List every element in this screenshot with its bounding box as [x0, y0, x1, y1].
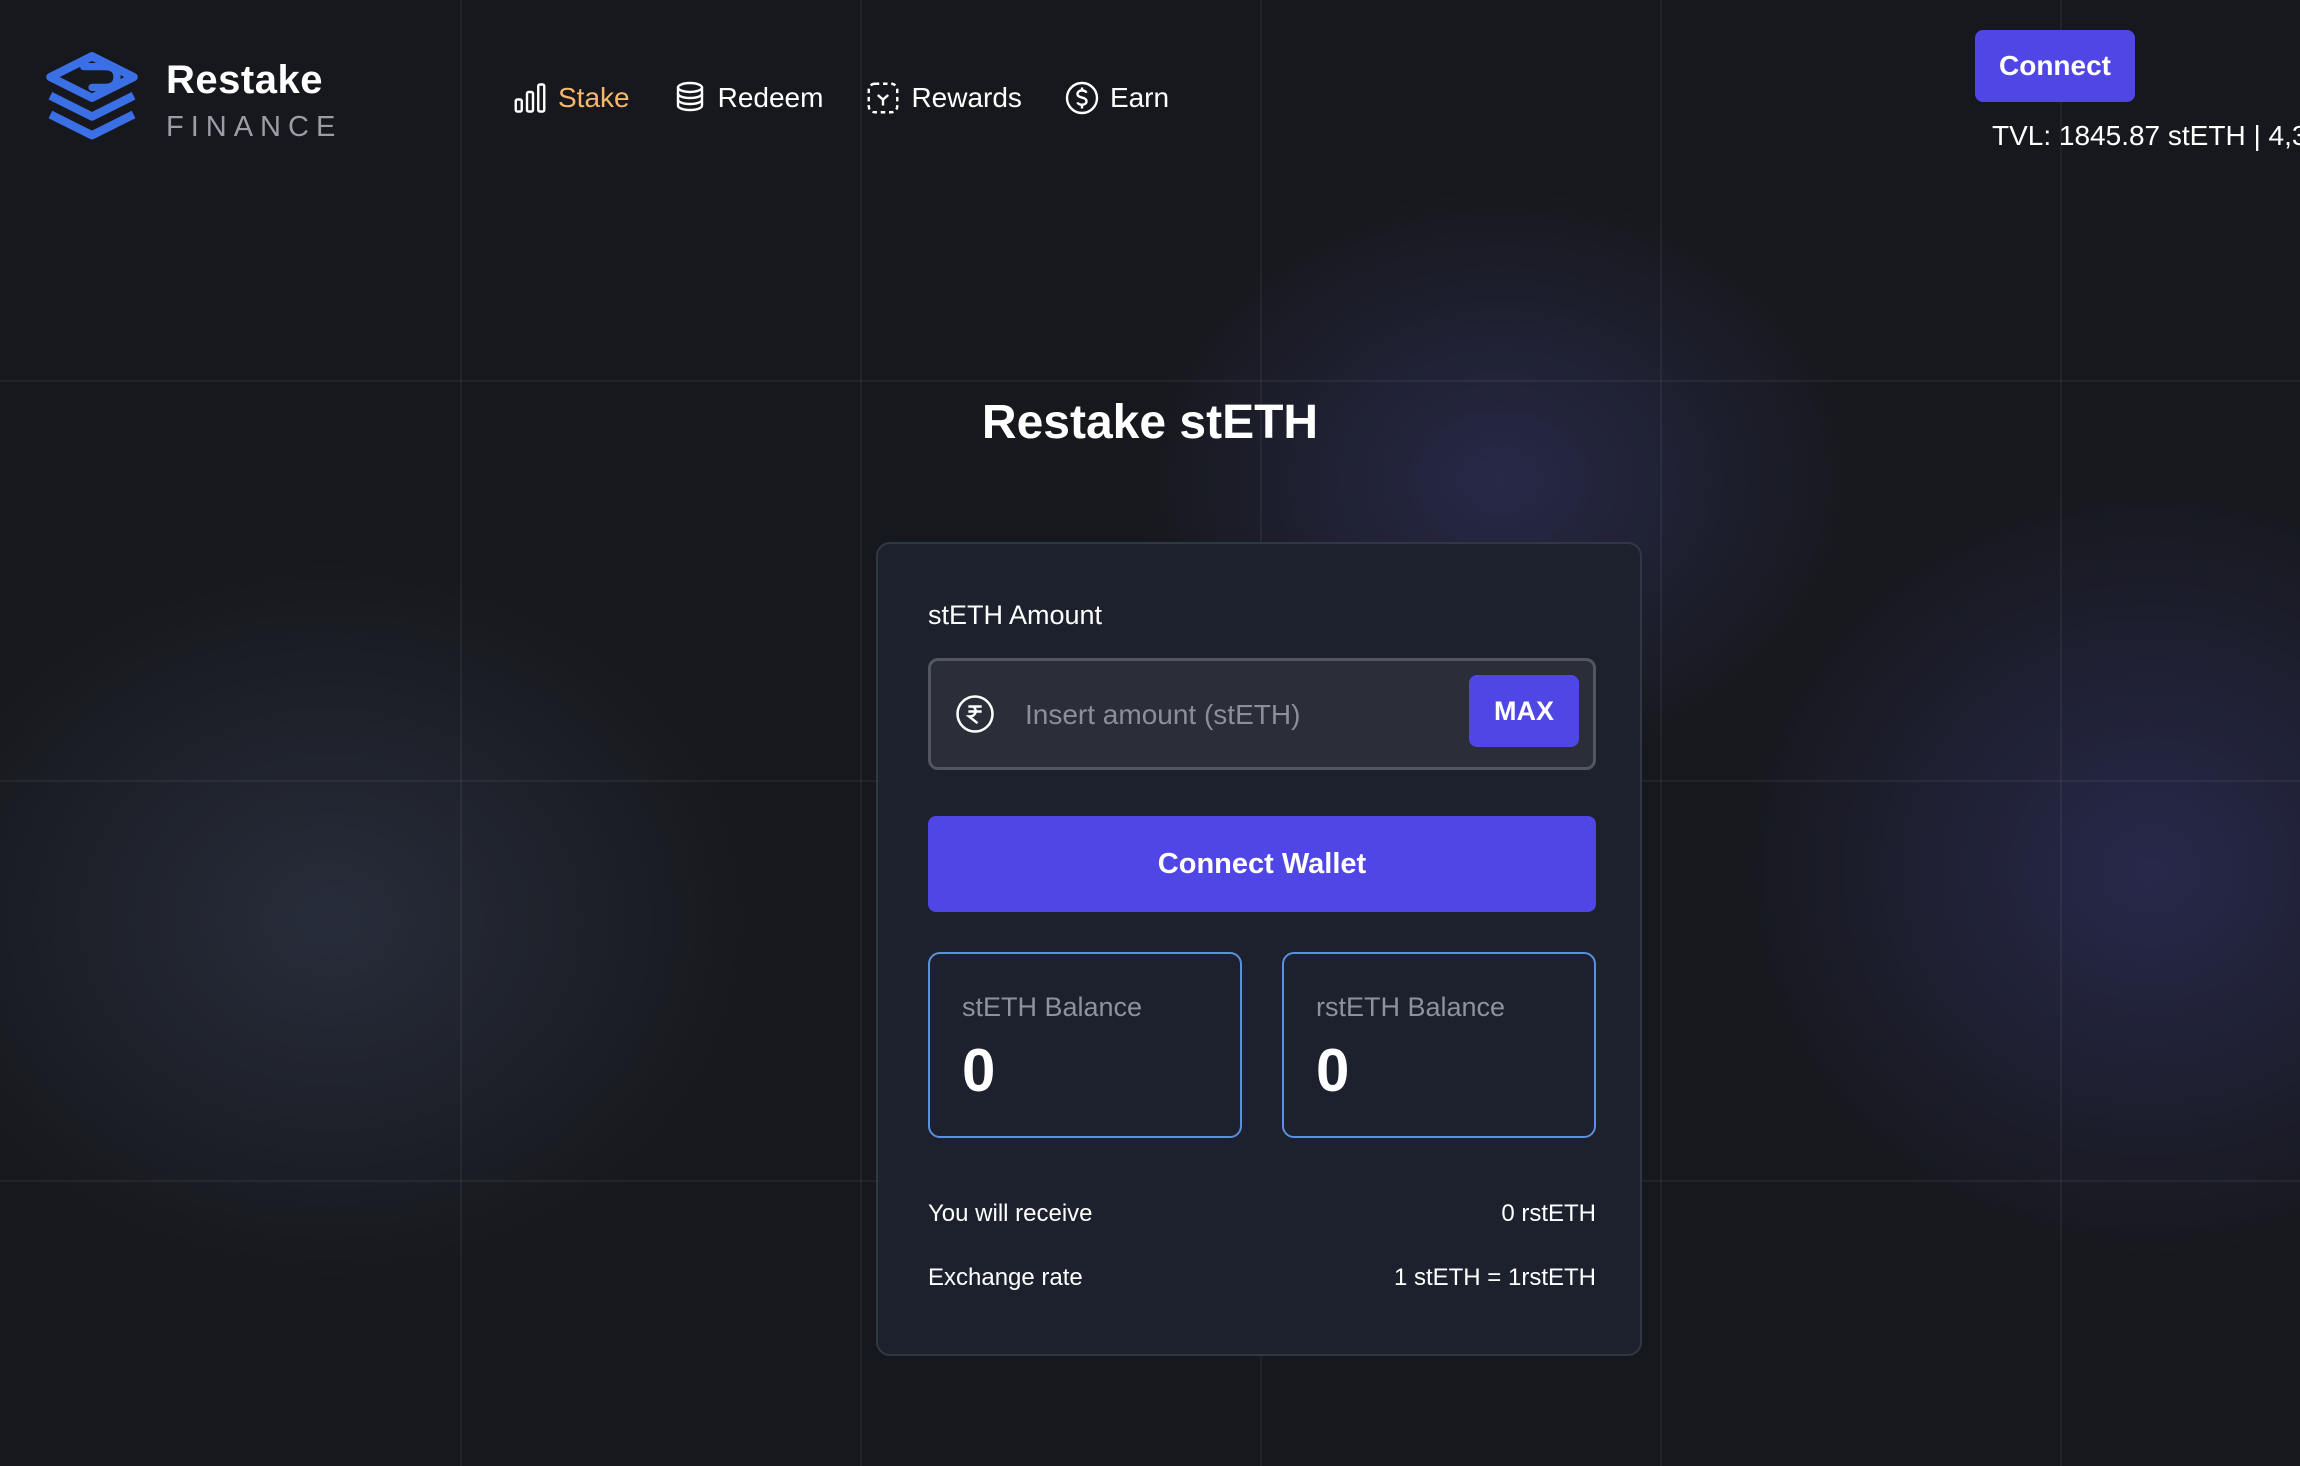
- exchange-rate-label: Exchange rate: [928, 1264, 1083, 1291]
- exchange-rate-row: Exchange rate 1 stETH = 1rstETH: [928, 1264, 1596, 1292]
- grid-line: [2060, 0, 2062, 1466]
- amount-field: MAX: [928, 658, 1596, 770]
- grid-line: [1660, 0, 1662, 1466]
- tvl-readout: TVL: 1845.87 stETH | 4,3: [1992, 120, 2300, 151]
- steth-balance-value: 0: [962, 1037, 996, 1104]
- max-button[interactable]: MAX: [1469, 675, 1579, 747]
- nav-item-label: Stake: [558, 82, 630, 113]
- rsteth-balance-card: rstETH Balance 0: [1282, 952, 1596, 1138]
- nav-item-stake[interactable]: Stake: [512, 80, 630, 116]
- dollar-circle-icon: [1065, 81, 1099, 115]
- brand-name: Restake: [166, 58, 323, 102]
- bar-chart-icon: [514, 83, 546, 113]
- rsteth-balance-label: rstETH Balance: [1316, 992, 1506, 1022]
- connect-wallet-button[interactable]: Connect Wallet: [928, 816, 1596, 912]
- steth-balance-label: stETH Balance: [962, 992, 1143, 1022]
- receive-row: You will receive 0 rstETH: [928, 1200, 1596, 1228]
- reward-frame-icon: [868, 82, 899, 114]
- coins-stack-icon: [676, 81, 703, 112]
- brand-logo[interactable]: Restake FINANCE: [40, 50, 342, 154]
- rupee-coin-icon: [956, 695, 994, 733]
- brand-subtitle: FINANCE: [166, 111, 343, 143]
- grid-line: [860, 0, 862, 1466]
- nav-item-rewards[interactable]: Rewards: [865, 80, 1022, 116]
- amount-input[interactable]: [1023, 685, 1467, 745]
- exchange-rate-value: 1 stETH = 1rstETH: [1393, 1264, 1596, 1291]
- stake-card: stETH Amount MAX Connect Wallet stETH Ba…: [876, 542, 1642, 1356]
- receive-label: You will receive: [928, 1200, 1093, 1227]
- rsteth-balance-value: 0: [1316, 1037, 1350, 1104]
- main-nav: Stake Redeem Rewards Earn: [512, 80, 1211, 116]
- page-title: Restake stETH: [981, 396, 1319, 449]
- nav-item-label: Earn: [1109, 82, 1170, 113]
- grid-line: [460, 0, 462, 1466]
- connect-button[interactable]: Connect: [1975, 30, 2135, 102]
- nav-item-label: Redeem: [717, 82, 824, 113]
- grid-line: [0, 380, 2300, 382]
- nav-item-label: Rewards: [911, 82, 1022, 113]
- steth-balance-card: stETH Balance 0: [928, 952, 1242, 1138]
- amount-label: stETH Amount: [928, 600, 1103, 630]
- nav-item-redeem[interactable]: Redeem: [672, 80, 824, 116]
- restake-logo-icon: [46, 52, 138, 140]
- receive-value: 0 rstETH: [1501, 1200, 1596, 1227]
- nav-item-earn[interactable]: Earn: [1064, 80, 1169, 116]
- page: Restake FINANCE Stake Redeem Rewards Ear…: [0, 0, 2300, 1466]
